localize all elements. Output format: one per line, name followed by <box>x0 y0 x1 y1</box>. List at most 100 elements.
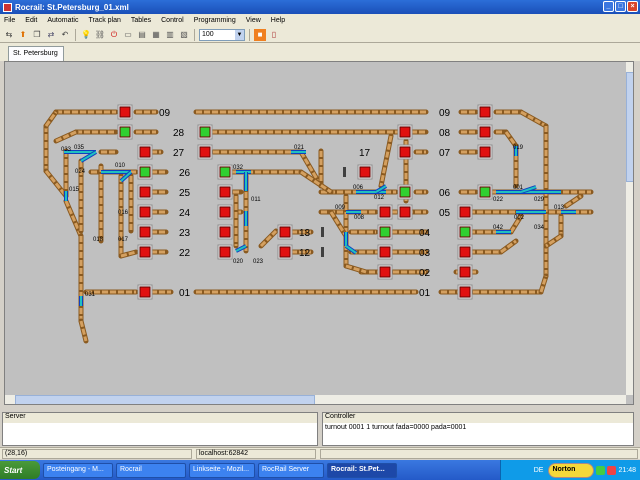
signal-lamp[interactable] <box>199 146 211 158</box>
start-button[interactable]: Start <box>0 461 40 479</box>
switch-id-label: 015 <box>69 187 80 193</box>
signal-lamp[interactable] <box>279 226 291 238</box>
horizontal-scroll-thumb[interactable] <box>15 395 315 404</box>
block-label-right: 01 <box>419 288 431 299</box>
up-arrow-icon[interactable]: ⬆ <box>17 29 29 41</box>
tab-st-petersburg[interactable]: St. Petersburg <box>8 46 64 61</box>
minimize-button[interactable]: _ <box>603 1 614 12</box>
zoom-value: 100 <box>202 31 214 38</box>
norton-button[interactable]: Norton <box>548 462 595 478</box>
route-icon[interactable]: ▥ <box>164 29 176 41</box>
train-icon[interactable]: ▦ <box>150 29 162 41</box>
horizontal-scrollbar[interactable] <box>5 395 626 404</box>
signal-lamp[interactable] <box>479 186 491 198</box>
signal-lamp[interactable] <box>139 166 151 178</box>
signal-lamp[interactable] <box>459 246 471 258</box>
block-label-left: 13 <box>299 228 311 239</box>
signal-lamp[interactable] <box>399 206 411 218</box>
signal-lamp[interactable] <box>379 266 391 278</box>
vertical-scrollbar[interactable] <box>626 62 633 395</box>
plus-icon[interactable]: ▧ <box>178 29 190 41</box>
block-label-right: 05 <box>439 208 451 219</box>
language-indicator[interactable]: DE <box>534 467 544 474</box>
signal-lamp[interactable] <box>479 146 491 158</box>
signal-lamp[interactable] <box>119 106 131 118</box>
menu-help[interactable]: Help <box>271 17 285 24</box>
signal-lamp[interactable] <box>379 246 391 258</box>
signal-lamp[interactable] <box>399 146 411 158</box>
switch-id-label: 020 <box>233 259 244 265</box>
signal-lamp[interactable] <box>139 246 151 258</box>
track-segment <box>259 229 278 248</box>
task-mail[interactable]: Posteingang - M... <box>43 462 113 478</box>
page-icon[interactable]: ▭ <box>122 29 134 41</box>
signal-lamp[interactable] <box>139 186 151 198</box>
book-icon[interactable]: ▯ <box>268 29 280 41</box>
tray-icon[interactable] <box>596 465 606 475</box>
taskbar: Start Posteingang - M... Rocrail Linksei… <box>0 460 640 480</box>
close-button[interactable]: × <box>627 1 638 12</box>
signal-lamp[interactable] <box>219 206 231 218</box>
task-rocrail-plan[interactable]: Rocrail: St.Pet... <box>327 462 397 478</box>
menu-track-plan[interactable]: Track plan <box>88 17 120 24</box>
chevron-down-icon[interactable]: ▼ <box>235 29 244 40</box>
signal-lamp[interactable] <box>219 186 231 198</box>
block-label-left: 23 <box>179 228 191 239</box>
signal-lamp[interactable] <box>459 206 471 218</box>
signal-lamp[interactable] <box>379 226 391 238</box>
task-rocrail[interactable]: Rocrail <box>116 462 186 478</box>
switch-id-label: 017 <box>118 237 129 243</box>
track-plan-panel[interactable]: 09 28 27 26 25 24 23 22 13 12 01 09 08 07 06 05 04 03 02 01… <box>4 61 634 405</box>
block-label-right: 03 <box>419 248 431 259</box>
stop-icon[interactable]: ■ <box>254 28 266 41</box>
signal-lamp[interactable] <box>479 106 491 118</box>
task-rocrail-server[interactable]: RocRail Server <box>258 462 324 478</box>
menu-file[interactable]: File <box>4 17 15 24</box>
task-mozilla[interactable]: Linkseite - Mozil... <box>189 462 255 478</box>
swap-icon[interactable]: ⇄ <box>45 29 57 41</box>
signal-lamp[interactable] <box>399 186 411 198</box>
signal-lamp[interactable] <box>219 226 231 238</box>
track-plan-canvas[interactable]: 0928272625242322131201090807060504030201… <box>5 62 626 395</box>
signal-lamp[interactable] <box>459 266 471 278</box>
signal-lamp[interactable] <box>219 166 231 178</box>
signal-lamp[interactable] <box>459 226 471 238</box>
signal-lamp[interactable] <box>359 166 371 178</box>
signal-lamp[interactable] <box>199 126 211 138</box>
loco-icon[interactable]: ▤ <box>136 29 148 41</box>
block-label-right: 08 <box>439 128 451 139</box>
signal-lamp[interactable] <box>459 286 471 298</box>
menu-view[interactable]: View <box>246 17 261 24</box>
chain-icon[interactable]: ⛓ <box>94 29 106 41</box>
zoom-select[interactable]: 100 ▼ <box>199 28 245 41</box>
signal-lamp[interactable] <box>139 226 151 238</box>
menu-automatic[interactable]: Automatic <box>47 17 78 24</box>
menu-programming[interactable]: Programming <box>194 17 236 24</box>
copy-icon[interactable]: ❐ <box>31 29 43 41</box>
signal-lamp[interactable] <box>119 126 131 138</box>
menu-edit[interactable]: Edit <box>25 17 37 24</box>
menu-control[interactable]: Control <box>161 17 184 24</box>
signal-lamp[interactable] <box>379 206 391 218</box>
switch-id-label: 022 <box>493 197 504 203</box>
vertical-scroll-thumb[interactable] <box>626 72 633 182</box>
signal-lamp[interactable] <box>219 246 231 258</box>
undo-icon[interactable]: ↶ <box>59 29 71 41</box>
switch-id-label: 012 <box>374 195 385 201</box>
signal-lamp[interactable] <box>279 246 291 258</box>
menu-tables[interactable]: Tables <box>131 17 151 24</box>
switch-id-label: 029 <box>534 197 545 203</box>
tray-icon[interactable] <box>607 465 617 475</box>
signal-lamp[interactable] <box>139 286 151 298</box>
block-label-left: 09 <box>159 108 171 119</box>
network-icon[interactable]: ⇆ <box>3 29 15 41</box>
power-icon[interactable]: ⏻ <box>108 29 120 41</box>
server-pane: Server <box>2 412 318 446</box>
maximize-button[interactable]: □ <box>615 1 626 12</box>
signal-lamp[interactable] <box>139 146 151 158</box>
signal-lamp[interactable] <box>479 126 491 138</box>
signal-lamp[interactable] <box>139 206 151 218</box>
signal-lamp[interactable] <box>399 126 411 138</box>
lightbulb-icon[interactable]: 💡 <box>80 29 92 41</box>
switch-id-label: 009 <box>335 205 346 211</box>
